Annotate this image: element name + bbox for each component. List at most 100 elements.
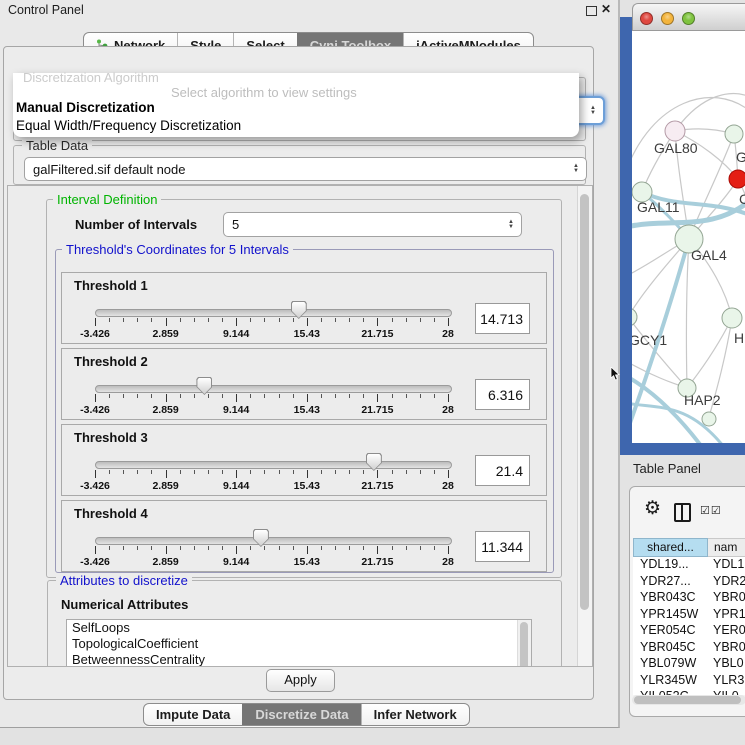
tick-label: 21.715 xyxy=(349,556,405,568)
slider-handle[interactable] xyxy=(366,453,382,471)
settings-scroll-area: Interval Definition Number of Intervals … xyxy=(7,185,593,667)
thresholds-group: Threshold's Coordinates for 5 Intervals … xyxy=(55,249,554,573)
tick-label: -3.426 xyxy=(67,480,123,492)
attribute-item[interactable]: TopologicalCoefficient xyxy=(67,636,531,652)
minimize-traffic-light-icon[interactable] xyxy=(661,12,674,25)
tab-discretize-data[interactable]: Discretize Data xyxy=(242,704,360,725)
number-of-intervals-select[interactable]: 5 ▲▼ xyxy=(223,212,522,237)
split-columns-icon[interactable] xyxy=(674,503,691,522)
right-node[interactable] xyxy=(722,308,742,328)
float-window-icon[interactable] xyxy=(586,6,597,16)
threshold-value-field[interactable]: 14.713 xyxy=(475,303,530,334)
attribute-item[interactable]: BetweennessCentrality xyxy=(67,652,531,667)
table-panel-title: Table Panel xyxy=(633,461,701,476)
algorithm-hint: Select algorithm to view settings xyxy=(171,85,357,100)
table-row[interactable]: YPR145WYPR1 xyxy=(633,607,745,624)
threshold-panel-4: Threshold 4-3.4262.8599.14415.4321.71528… xyxy=(61,500,547,572)
GAL80-node[interactable] xyxy=(665,121,685,141)
numerical-attributes-list: SelfLoopsTopologicalCoefficientBetweenne… xyxy=(66,619,532,667)
tick-label: 9.144 xyxy=(208,404,264,416)
tick-label: 2.859 xyxy=(138,328,194,340)
zoom-traffic-light-icon[interactable] xyxy=(682,12,695,25)
node-table: shared...nam YDL19...YDL1YDR27...YDR2YBR… xyxy=(633,538,745,695)
apply-button[interactable]: Apply xyxy=(266,669,335,692)
tab-infer-network[interactable]: Infer Network xyxy=(361,704,469,725)
algorithm-option-2[interactable]: Equal Width/Frequency Discretization xyxy=(16,118,241,133)
slider-track[interactable] xyxy=(95,537,452,545)
table-row[interactable]: YER054CYER0 xyxy=(633,623,745,640)
slider-handle[interactable] xyxy=(196,377,212,395)
tick-label: 21.715 xyxy=(349,328,405,340)
number-of-intervals-label: Number of Intervals xyxy=(75,217,197,232)
node-label-G: G xyxy=(736,149,745,165)
control-panel-window: Control Panel ✕ NetworkStyleSelectCyni T… xyxy=(0,0,620,728)
control-panel-titlebar: Control Panel ✕ xyxy=(0,0,618,20)
table-data-select[interactable]: galFiltered.sif default node ▲▼ xyxy=(24,157,587,181)
threshold-value-field[interactable]: 6.316 xyxy=(475,379,530,410)
tick-label: 15.43 xyxy=(279,404,335,416)
spinner-arrows-icon: ▲▼ xyxy=(508,220,521,230)
column-header-2[interactable]: nam xyxy=(708,538,745,557)
network-canvas[interactable]: GAL80GCGAL11GAL4GCY1HHAP2 xyxy=(632,31,745,443)
node-label-C: C xyxy=(739,191,745,207)
table-row[interactable]: YBR045CYBR0 xyxy=(633,640,745,657)
GCY1-node[interactable] xyxy=(632,308,637,326)
tick-label: -3.426 xyxy=(67,556,123,568)
tick-label: -3.426 xyxy=(67,404,123,416)
table-row[interactable]: YBR043CYBR0 xyxy=(633,590,745,607)
tick-label: -3.426 xyxy=(67,328,123,340)
threshold-label: Threshold 3 xyxy=(74,430,148,445)
top-right-node[interactable] xyxy=(725,125,743,143)
spinner-arrows-icon: ▲▼ xyxy=(573,164,586,174)
tick-label: 15.43 xyxy=(279,556,335,568)
window-title: Control Panel xyxy=(8,3,84,17)
interval-definition-group: Interval Definition Number of Intervals … xyxy=(46,199,562,578)
table-horizontal-scrollbar[interactable] xyxy=(632,695,745,705)
algorithm-option-1[interactable]: Manual Discretization xyxy=(16,100,155,115)
tick-label: 21.715 xyxy=(349,480,405,492)
tick-label: 9.144 xyxy=(208,480,264,492)
slider-track[interactable] xyxy=(95,385,452,393)
threshold-value-field[interactable]: 11.344 xyxy=(475,531,530,562)
column-header-1[interactable]: shared... xyxy=(633,538,708,557)
interval-definition-label: Interval Definition xyxy=(53,192,161,207)
tick-label: 21.715 xyxy=(349,404,405,416)
node-label-H: H xyxy=(734,330,744,346)
tab-impute-data[interactable]: Impute Data xyxy=(144,704,242,725)
thresholds-group-label: Threshold's Coordinates for 5 Intervals xyxy=(62,242,293,257)
select-columns-icon[interactable]: ☑☑ xyxy=(700,504,722,517)
slider-track[interactable] xyxy=(95,309,452,317)
close-icon[interactable]: ✕ xyxy=(601,2,611,16)
table-row[interactable]: YDL19...YDL1 xyxy=(633,557,745,574)
network-window-titlebar[interactable] xyxy=(632,3,745,31)
bottom-node[interactable] xyxy=(702,412,716,426)
close-traffic-light-icon[interactable] xyxy=(640,12,653,25)
node-label-GAL4: GAL4 xyxy=(691,247,727,263)
table-row[interactable]: YDR27...YDR2 xyxy=(633,574,745,591)
node-label-GAL80: GAL80 xyxy=(654,140,698,156)
slider-handle[interactable] xyxy=(291,301,307,319)
table-row[interactable]: YLR345WYLR3 xyxy=(633,673,745,690)
table-row[interactable]: YBL079WYBL0 xyxy=(633,656,745,673)
tick-label: 28 xyxy=(420,480,476,492)
slider-handle[interactable] xyxy=(253,529,269,547)
slider-track[interactable] xyxy=(95,461,452,469)
attributes-group-label: Attributes to discretize xyxy=(56,573,192,588)
tick-label: 9.144 xyxy=(208,556,264,568)
tick-label: 28 xyxy=(420,556,476,568)
threshold-label: Threshold 1 xyxy=(74,278,148,293)
node-label-GCY1: GCY1 xyxy=(632,332,667,348)
settings-vertical-scrollbar[interactable] xyxy=(577,186,592,666)
network-edge-highlighted xyxy=(632,239,689,423)
gear-icon[interactable]: ⚙ xyxy=(644,497,661,520)
node-label-GAL11: GAL11 xyxy=(637,199,680,215)
tick-label: 2.859 xyxy=(138,404,194,416)
attribute-item[interactable]: SelfLoops xyxy=(67,620,531,636)
spinner-arrows-icon: ▲▼ xyxy=(590,106,603,116)
cytoscape-desktop-region: GAL80GCGAL11GAL4GCY1HHAP2 Table Panel ⚙ … xyxy=(620,0,745,745)
threshold-label: Threshold 2 xyxy=(74,354,148,369)
list-scrollbar[interactable] xyxy=(517,620,531,667)
threshold-value-field[interactable]: 21.4 xyxy=(475,455,530,486)
selected-red-node[interactable] xyxy=(729,170,745,188)
tick-label: 28 xyxy=(420,404,476,416)
